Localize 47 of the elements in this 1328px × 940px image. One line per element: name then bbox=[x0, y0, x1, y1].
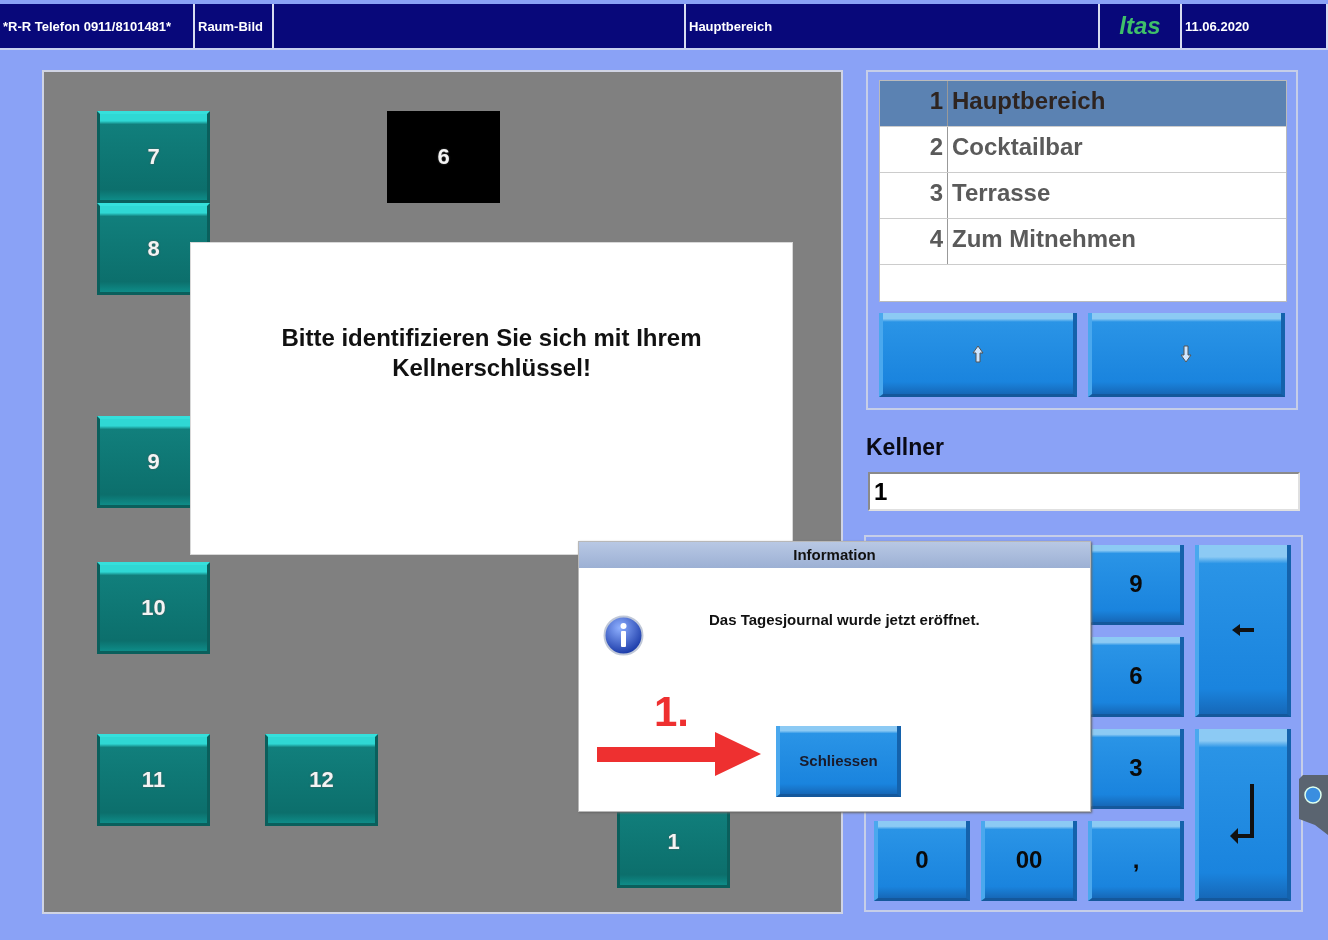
table-button[interactable]: 10 bbox=[97, 562, 210, 654]
area-name: Zum Mitnehmen bbox=[951, 224, 1136, 254]
waiter-field[interactable]: 1 bbox=[868, 472, 1300, 511]
side-tab-icon bbox=[1299, 775, 1328, 835]
backspace-arrow-icon bbox=[1232, 623, 1254, 636]
keypad-key[interactable]: 3 bbox=[1088, 729, 1184, 809]
area-number: 4 bbox=[880, 219, 948, 264]
area-name: Cocktailbar bbox=[951, 132, 1083, 162]
enter-arrow-icon bbox=[1230, 783, 1256, 844]
step-number: 1. bbox=[654, 688, 690, 736]
info-icon bbox=[603, 615, 644, 656]
keypad-key[interactable]: , bbox=[1088, 821, 1184, 901]
header-label: *R-R Telefon 0911/8101481* bbox=[0, 4, 195, 48]
area-name: Hauptbereich bbox=[951, 86, 1106, 116]
header-label: Hauptbereich bbox=[686, 4, 1100, 48]
table-button[interactable]: 6 bbox=[387, 111, 500, 203]
dialog-message: Das Tagesjournal wurde jetzt eröffnet. bbox=[709, 611, 980, 628]
area-row[interactable]: 4 Zum Mitnehmen bbox=[880, 219, 1286, 265]
area-number: 2 bbox=[880, 127, 948, 172]
dialog-title: Information bbox=[579, 542, 1090, 568]
arrow-down-icon bbox=[1180, 344, 1193, 363]
arrow-up-icon bbox=[971, 344, 984, 363]
area-number: 3 bbox=[880, 173, 948, 218]
table-button[interactable]: 11 bbox=[97, 734, 210, 826]
login-prompt: Bitte identifizieren Sie sich mit Ihrem Kellnerschlüssel! bbox=[280, 323, 703, 383]
area-name: Terrasse bbox=[951, 178, 1051, 208]
scroll-down-button[interactable] bbox=[1087, 313, 1285, 397]
close-button[interactable]: Schliessen bbox=[776, 726, 901, 797]
keypad-key[interactable]: 6 bbox=[1088, 637, 1184, 717]
waiter-label: Kellner bbox=[866, 434, 945, 462]
keypad-key[interactable]: 9 bbox=[1088, 545, 1184, 625]
keypad-key[interactable]: 0 bbox=[874, 821, 970, 901]
keypad-key[interactable]: 00 bbox=[981, 821, 1077, 901]
backspace-key[interactable] bbox=[1195, 545, 1291, 717]
arrow-annotation-icon bbox=[597, 732, 761, 776]
area-number: 1 bbox=[880, 81, 948, 126]
header-label: 11.06.2020 bbox=[1182, 4, 1328, 48]
enter-key[interactable] bbox=[1195, 729, 1291, 901]
area-row[interactable]: 1 Hauptbereich bbox=[880, 81, 1286, 127]
header-label: Raum-Bild bbox=[195, 4, 274, 48]
logo: ltas bbox=[1100, 4, 1182, 48]
scroll-up-button[interactable] bbox=[879, 313, 1077, 397]
table-button[interactable]: 12 bbox=[265, 734, 378, 826]
area-row[interactable]: 2 Cocktailbar bbox=[880, 127, 1286, 173]
table-button[interactable]: 7 bbox=[97, 111, 210, 203]
area-row[interactable]: 3 Terrasse bbox=[880, 173, 1286, 219]
table-button[interactable]: 8 bbox=[97, 203, 210, 295]
